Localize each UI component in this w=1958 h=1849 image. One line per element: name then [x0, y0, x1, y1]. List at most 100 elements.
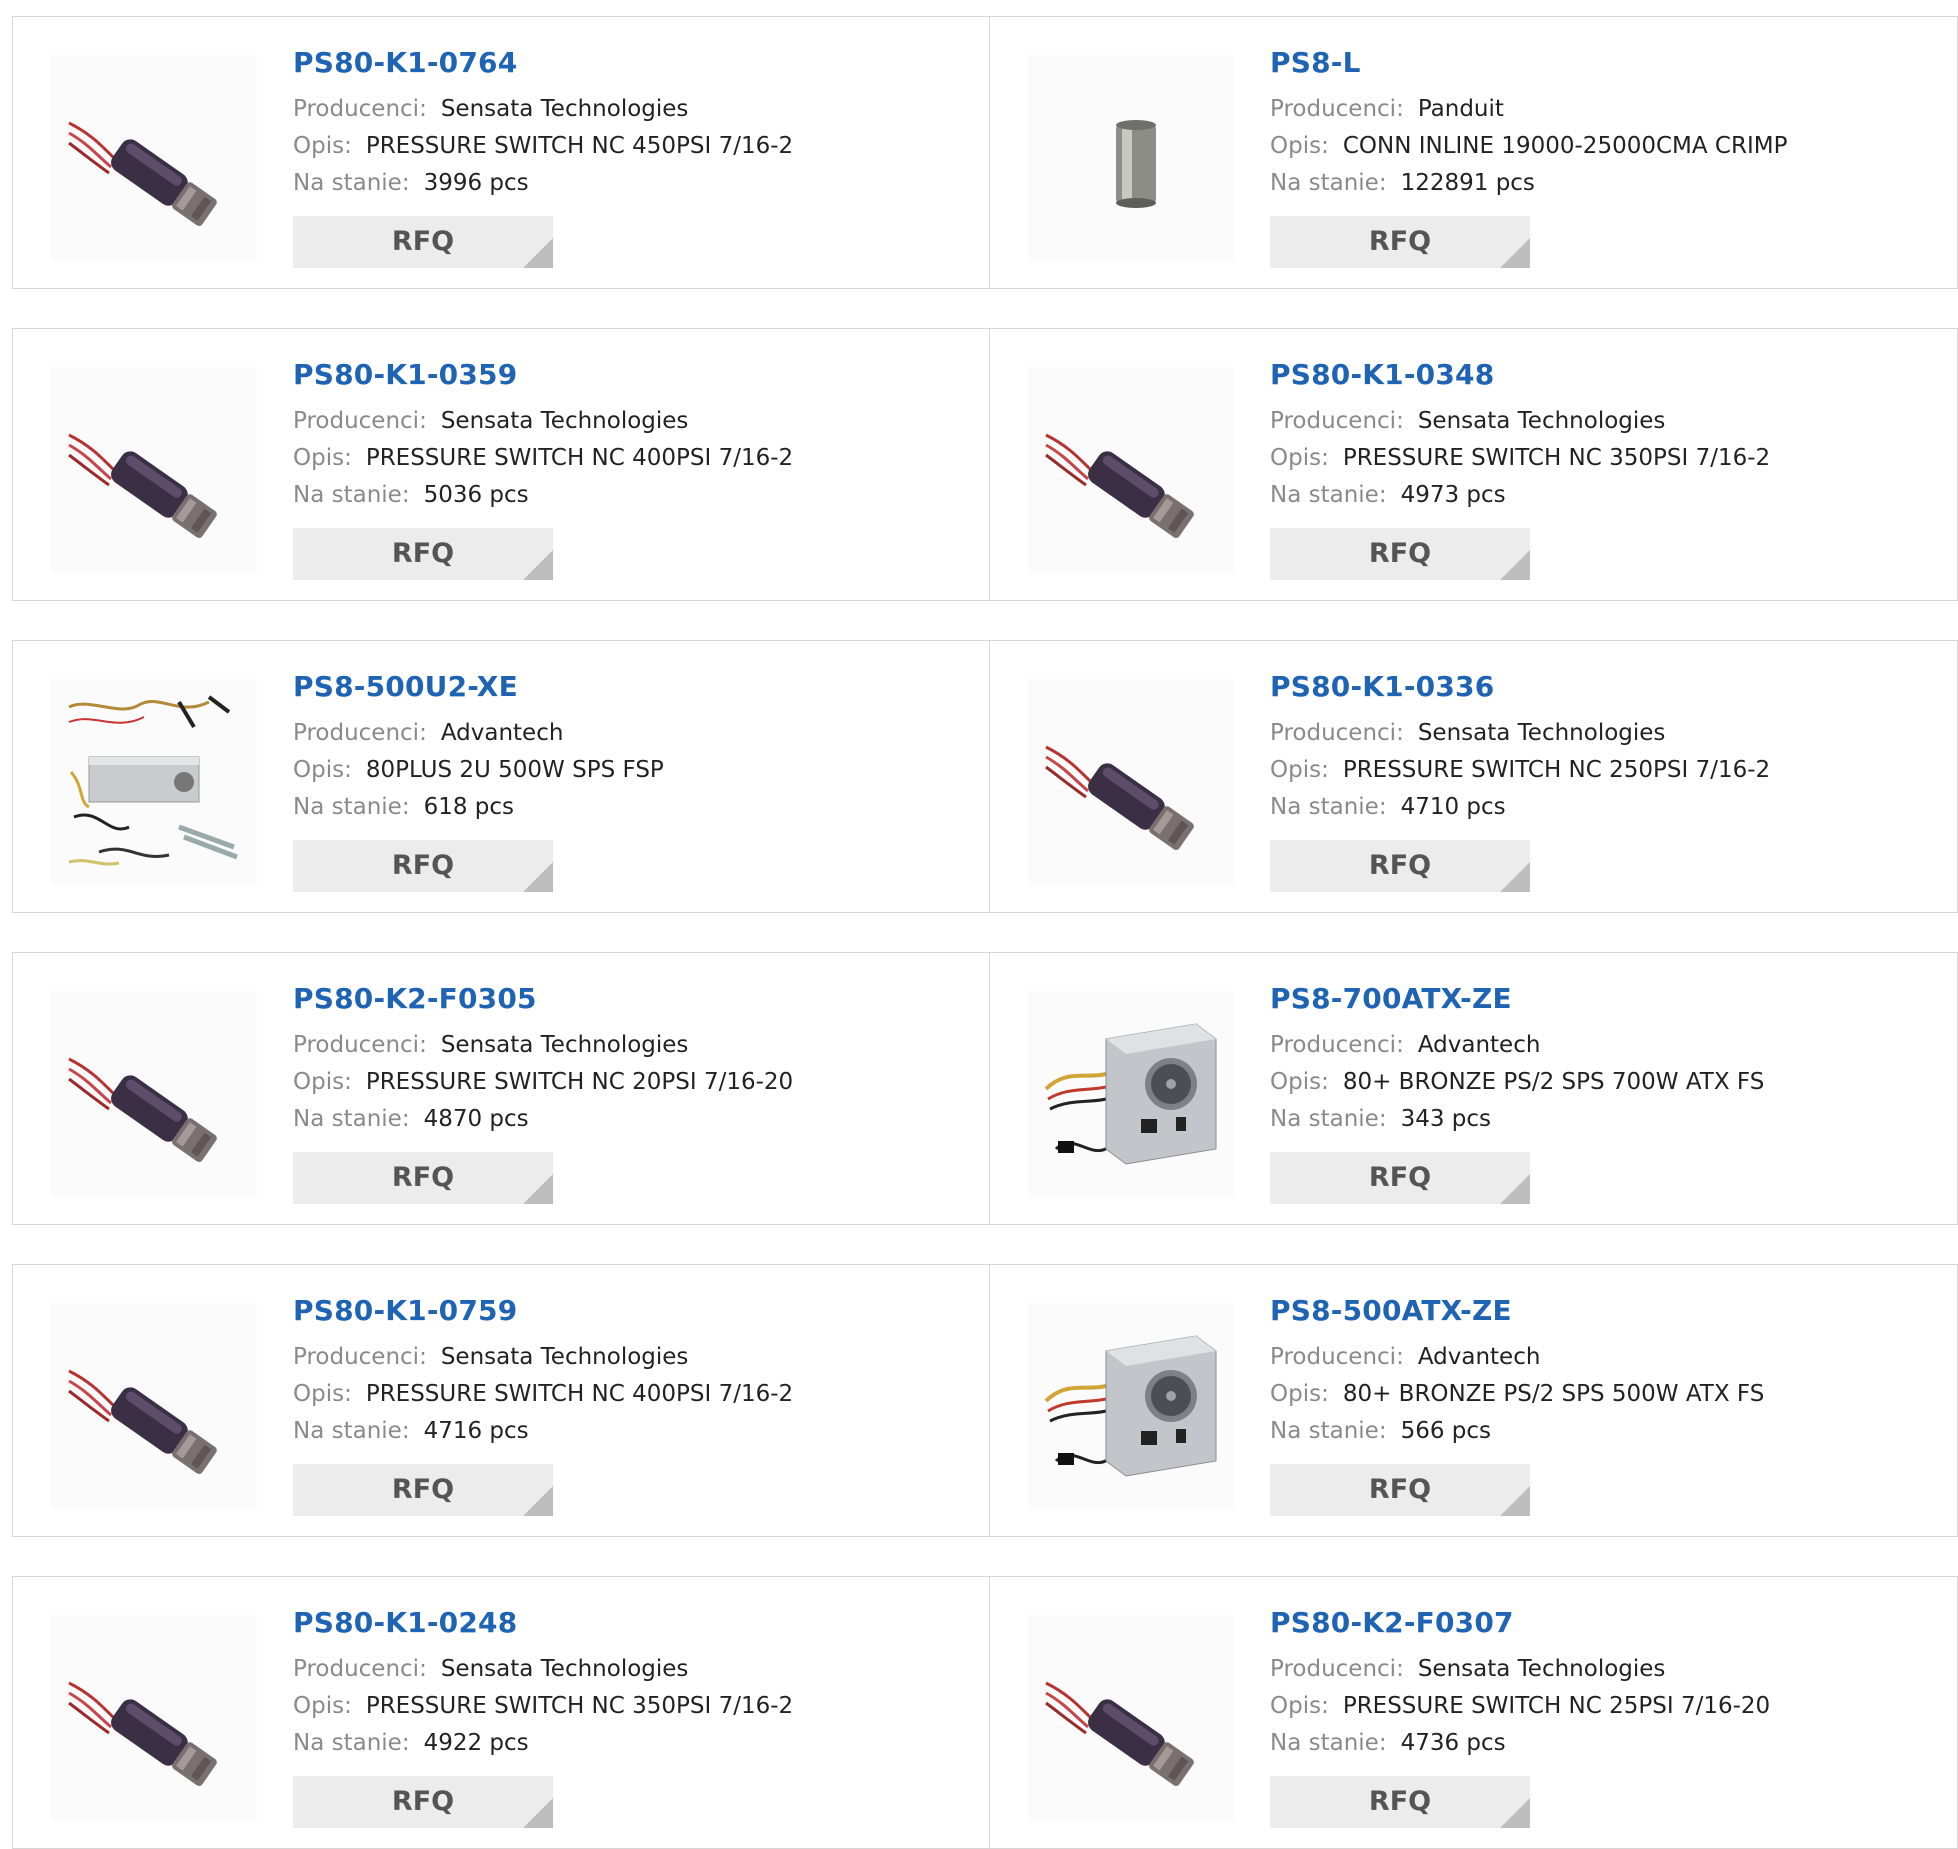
rfq-button[interactable]: RFQ	[293, 1464, 553, 1516]
rfq-button[interactable]: RFQ	[1270, 1464, 1530, 1516]
description-label: Opis:	[293, 757, 352, 783]
description-line: Opis: 80PLUS 2U 500W SPS FSP	[293, 752, 664, 789]
manufacturer-value: Sensata Technologies	[1417, 720, 1666, 746]
description-line: Opis: PRESSURE SWITCH NC 400PSI 7/16-2	[293, 440, 793, 477]
product-grid: PS80-K1-0764 Producenci: Sensata Technolog…	[12, 16, 1958, 1849]
manufacturer-line: Producenci: Sensata Technologies	[1270, 403, 1770, 440]
description-value: PRESSURE SWITCH NC 350PSI 7/16-2	[365, 1693, 794, 1719]
product-image[interactable]	[1028, 679, 1234, 885]
pressure-switch-image	[1036, 687, 1226, 877]
pressure-switch-image	[1036, 1623, 1226, 1813]
rfq-button[interactable]: RFQ	[1270, 216, 1530, 268]
manufacturer-label: Producenci:	[1270, 1032, 1404, 1058]
corner-triangle-icon	[523, 1798, 553, 1828]
product-row: PS80-K1-0359 Producenci: Sensata Technolog…	[12, 328, 1958, 601]
manufacturer-line: Producenci: Panduit	[1270, 91, 1787, 128]
manufacturer-label: Producenci:	[1270, 1344, 1404, 1370]
product-image[interactable]	[1028, 367, 1234, 573]
stock-label: Na stanie:	[1270, 794, 1387, 820]
corner-triangle-icon	[523, 238, 553, 268]
description-line: Opis: PRESSURE SWITCH NC 350PSI 7/16-2	[1270, 440, 1770, 477]
corner-triangle-icon	[523, 550, 553, 580]
part-number-link[interactable]: PS80-K1-0359	[293, 357, 793, 393]
rfq-button[interactable]: RFQ	[293, 1152, 553, 1204]
rfq-button[interactable]: RFQ	[293, 528, 553, 580]
rfq-button[interactable]: RFQ	[293, 216, 553, 268]
manufacturer-label: Producenci:	[293, 408, 427, 434]
part-number-link[interactable]: PS8-L	[1270, 45, 1787, 81]
description-value: PRESSURE SWITCH NC 20PSI 7/16-20	[365, 1069, 794, 1095]
stock-value: 4710 pcs	[1400, 794, 1506, 820]
product-image[interactable]	[51, 367, 257, 573]
part-number-link[interactable]: PS80-K1-0764	[293, 45, 793, 81]
manufacturer-value: Sensata Technologies	[440, 1344, 689, 1370]
rfq-button[interactable]: RFQ	[293, 840, 553, 892]
rfq-button[interactable]: RFQ	[1270, 528, 1530, 580]
description-label: Opis:	[1270, 1693, 1329, 1719]
stock-value: 4973 pcs	[1400, 482, 1506, 508]
product-image[interactable]	[51, 679, 257, 885]
description-label: Opis:	[293, 1069, 352, 1095]
product-info: PS80-K1-0759 Producenci: Sensata Technolog…	[293, 1293, 793, 1516]
stock-label: Na stanie:	[1270, 170, 1387, 196]
stock-line: Na stanie: 122891 pcs	[1270, 165, 1787, 202]
rfq-button-label: RFQ	[391, 226, 455, 257]
rfq-button[interactable]: RFQ	[1270, 1776, 1530, 1828]
product-info: PS8-500ATX-ZE Producenci: Advantech Opis: 80…	[1270, 1293, 1764, 1516]
stock-value: 618 pcs	[423, 794, 515, 820]
product-image[interactable]	[51, 1303, 257, 1509]
product-image[interactable]	[1028, 991, 1234, 1197]
rfq-button-label: RFQ	[391, 1786, 455, 1817]
part-number-link[interactable]: PS80-K1-0336	[1270, 669, 1770, 705]
product-row: PS80-K1-0764 Producenci: Sensata Technolog…	[12, 16, 1958, 289]
part-number-link[interactable]: PS8-500ATX-ZE	[1270, 1293, 1764, 1329]
part-number-link[interactable]: PS80-K1-0759	[293, 1293, 793, 1329]
stock-value: 566 pcs	[1400, 1418, 1492, 1444]
stock-line: Na stanie: 3996 pcs	[293, 165, 793, 202]
stock-label: Na stanie:	[293, 1730, 410, 1756]
rfq-button[interactable]: RFQ	[293, 1776, 553, 1828]
pressure-switch-image	[59, 63, 249, 253]
corner-triangle-icon	[1500, 1798, 1530, 1828]
rfq-button[interactable]: RFQ	[1270, 840, 1530, 892]
product-card: PS80-K2-F0307 Producenci: Sensata Technolo…	[990, 1576, 1958, 1849]
description-label: Opis:	[293, 1381, 352, 1407]
manufacturer-label: Producenci:	[293, 720, 427, 746]
description-value: PRESSURE SWITCH NC 400PSI 7/16-2	[365, 1381, 794, 1407]
product-image[interactable]	[51, 991, 257, 1197]
rfq-button-label: RFQ	[1368, 1786, 1432, 1817]
manufacturer-value: Sensata Technologies	[440, 408, 689, 434]
part-number-link[interactable]: PS80-K1-0248	[293, 1605, 793, 1641]
description-value: PRESSURE SWITCH NC 250PSI 7/16-2	[1342, 757, 1771, 783]
manufacturer-line: Producenci: Advantech	[1270, 1027, 1764, 1064]
rfq-button[interactable]: RFQ	[1270, 1152, 1530, 1204]
product-info: PS8-700ATX-ZE Producenci: Advantech Opis: 80…	[1270, 981, 1764, 1204]
stock-label: Na stanie:	[293, 1106, 410, 1132]
description-value: 80PLUS 2U 500W SPS FSP	[365, 757, 664, 783]
product-image[interactable]	[1028, 1615, 1234, 1821]
manufacturer-line: Producenci: Sensata Technologies	[1270, 1651, 1770, 1688]
stock-line: Na stanie: 343 pcs	[1270, 1101, 1764, 1138]
description-line: Opis: PRESSURE SWITCH NC 25PSI 7/16-20	[1270, 1688, 1770, 1725]
description-value: PRESSURE SWITCH NC 450PSI 7/16-2	[365, 133, 794, 159]
rfq-button-label: RFQ	[391, 850, 455, 881]
product-card: PS80-K1-0248 Producenci: Sensata Technolog…	[12, 1576, 990, 1849]
part-number-link[interactable]: PS80-K1-0348	[1270, 357, 1770, 393]
product-image[interactable]	[51, 1615, 257, 1821]
stock-line: Na stanie: 4870 pcs	[293, 1101, 793, 1138]
product-image[interactable]	[1028, 1303, 1234, 1509]
product-image[interactable]	[51, 55, 257, 261]
part-number-link[interactable]: PS80-K2-F0305	[293, 981, 793, 1017]
corner-triangle-icon	[1500, 238, 1530, 268]
product-image[interactable]	[1028, 55, 1234, 261]
rfq-button-label: RFQ	[391, 1162, 455, 1193]
corner-triangle-icon	[1500, 550, 1530, 580]
part-number-link[interactable]: PS80-K2-F0307	[1270, 1605, 1770, 1641]
stock-label: Na stanie:	[1270, 482, 1387, 508]
part-number-link[interactable]: PS8-500U2-XE	[293, 669, 664, 705]
pressure-switch-image	[59, 999, 249, 1189]
manufacturer-line: Producenci: Sensata Technologies	[293, 1339, 793, 1376]
product-card: PS80-K1-0759 Producenci: Sensata Technolog…	[12, 1264, 990, 1537]
part-number-link[interactable]: PS8-700ATX-ZE	[1270, 981, 1764, 1017]
manufacturer-line: Producenci: Advantech	[293, 715, 664, 752]
